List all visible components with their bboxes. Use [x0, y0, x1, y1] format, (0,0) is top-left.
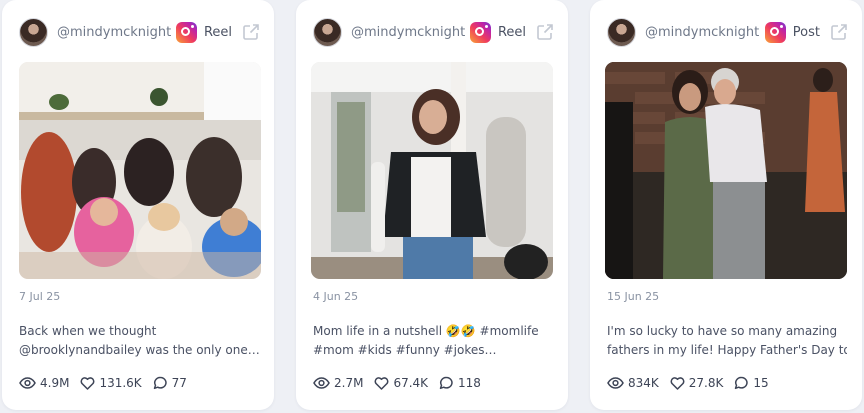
post-card[interactable]: @mindymcknight Post 15 Jun 25 I'm so luc… [590, 0, 862, 410]
post-stats: 2.7M 67.4K 118 [313, 376, 492, 390]
instagram-icon [764, 21, 786, 43]
post-caption: Back when we thought @brooklynandbailey … [19, 322, 259, 360]
avatar[interactable] [607, 17, 636, 47]
post-date: 15 Jun 25 [607, 290, 660, 303]
account-handle[interactable]: @mindymcknight [351, 25, 465, 40]
post-date: 4 Jun 25 [313, 290, 359, 303]
external-link-icon[interactable] [242, 23, 260, 41]
account-handle[interactable]: @mindymcknight [57, 25, 171, 40]
eye-icon [19, 377, 36, 389]
comments-count: 118 [458, 376, 481, 390]
caption-line: #mom #kids #funny #jokes… [313, 343, 497, 357]
post-type-label: Reel [203, 24, 232, 40]
views-count: 4.9M [40, 376, 70, 390]
external-link-icon[interactable] [536, 23, 554, 41]
comments-stat: 118 [439, 376, 481, 390]
likes-stat: 131.6K [80, 376, 142, 390]
post-date: 7 Jul 25 [19, 290, 61, 303]
likes-count: 67.4K [393, 376, 429, 390]
eye-icon [313, 377, 330, 389]
post-stats: 834K 27.8K 15 [607, 376, 780, 390]
views-stat: 4.9M [19, 376, 69, 390]
heart-icon [375, 376, 389, 390]
heart-icon [81, 376, 95, 390]
card-header: @mindymcknight Reel [313, 17, 554, 47]
instagram-icon [469, 21, 491, 43]
views-stat: 2.7M [313, 376, 363, 390]
likes-stat: 27.8K [670, 376, 724, 390]
caption-line: Mom life in a nutshell 🤣🤣 #momlife [313, 324, 539, 338]
avatar[interactable] [313, 17, 342, 47]
caption-line: fathers in my life! Happy Father's Day t… [607, 343, 847, 357]
caption-line: Back when we thought [19, 324, 157, 338]
card-header: @mindymcknight Post [607, 17, 848, 47]
comment-icon [439, 376, 453, 390]
caption-line: @brooklynandbailey was the only one… [19, 343, 259, 357]
post-type-label: Reel [497, 24, 526, 40]
comment-icon [153, 376, 167, 390]
card-header: @mindymcknight Reel [19, 17, 260, 47]
views-count: 2.7M [334, 376, 364, 390]
comments-stat: 15 [734, 376, 769, 390]
external-link-icon[interactable] [830, 23, 848, 41]
comments-count: 15 [753, 376, 769, 390]
heart-icon [670, 376, 685, 390]
post-caption: Mom life in a nutshell 🤣🤣 #momlife #mom … [313, 322, 553, 360]
comments-count: 77 [171, 376, 187, 390]
views-count: 834K [628, 376, 659, 390]
likes-count: 27.8K [688, 376, 724, 390]
likes-count: 131.6K [99, 376, 142, 390]
eye-icon [607, 377, 624, 389]
post-card[interactable]: @mindymcknight Reel 7 Jul 25 Back when w… [2, 0, 274, 410]
post-type-label: Post [792, 24, 820, 40]
post-card[interactable]: @mindymcknight Reel 4 Jun 25 Mom life in [296, 0, 568, 410]
post-thumbnail[interactable] [311, 62, 553, 279]
post-stats: 4.9M 131.6K 77 [19, 376, 198, 390]
instagram-icon [175, 21, 197, 43]
avatar[interactable] [19, 17, 48, 47]
likes-stat: 67.4K [374, 376, 428, 390]
post-thumbnail[interactable] [19, 62, 261, 279]
views-stat: 834K [607, 376, 659, 390]
post-thumbnail[interactable] [605, 62, 847, 279]
caption-line: I'm so lucky to have so many amazing [607, 324, 838, 338]
post-caption: I'm so lucky to have so many amazing fat… [607, 322, 847, 360]
account-handle[interactable]: @mindymcknight [645, 25, 759, 40]
comments-stat: 77 [153, 376, 187, 390]
comment-icon [735, 376, 749, 390]
